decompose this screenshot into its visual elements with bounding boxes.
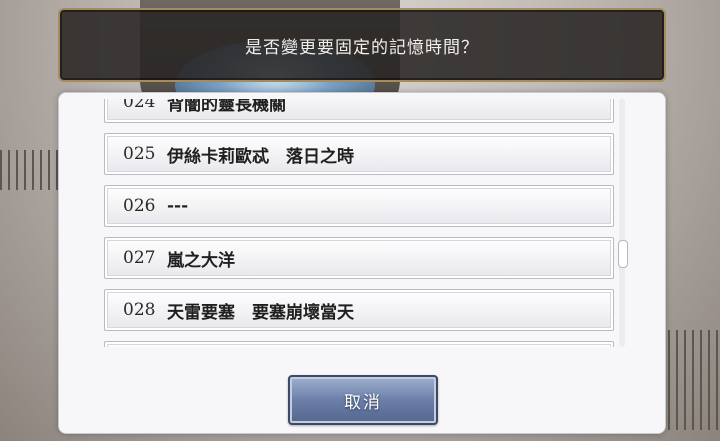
memory-list-item[interactable]: 027 嵐之大洋 [104,237,614,279]
background-fence-left [0,150,60,190]
memory-item-number: 024 [123,99,156,112]
memory-item-title: 伊絲卡莉歐忒 落日之時 [167,146,354,167]
memory-list-item[interactable]: 026 --- [104,185,614,227]
background-fence-right [660,330,720,430]
memory-item-number: 025 [123,144,156,164]
memory-item-title: --- [167,196,189,216]
scrollbar-thumb[interactable] [618,240,628,268]
scrollbar-track[interactable] [619,99,625,347]
memory-item-number: 027 [123,248,156,268]
memory-item-title: 天雷要塞 要塞崩壞當天 [167,302,354,323]
memory-list-item[interactable] [104,341,614,347]
prompt-banner: 是否變更要固定的記憶時間？ [58,8,666,82]
prompt-text: 是否變更要固定的記憶時間？ [245,37,479,58]
memory-item-title: 嵐之大洋 [167,250,235,271]
memory-item-number: 026 [123,196,156,216]
cancel-button[interactable]: 取消 [288,375,438,425]
memory-item-title: 背闇的靈長機關 [167,99,286,115]
memory-item-number: 028 [123,300,156,320]
memory-list[interactable]: 024 背闇的靈長機關 025 伊絲卡莉歐忒 落日之時 026 --- 027 … [104,99,616,347]
memory-list-item[interactable]: 028 天雷要塞 要塞崩壞當天 [104,289,614,331]
memory-list-item[interactable]: 024 背闇的靈長機關 [104,99,614,123]
cancel-button-label: 取消 [344,392,382,413]
memory-list-item[interactable]: 025 伊絲卡莉歐忒 落日之時 [104,133,614,175]
memory-select-dialog: 024 背闇的靈長機關 025 伊絲卡莉歐忒 落日之時 026 --- 027 … [58,92,666,434]
